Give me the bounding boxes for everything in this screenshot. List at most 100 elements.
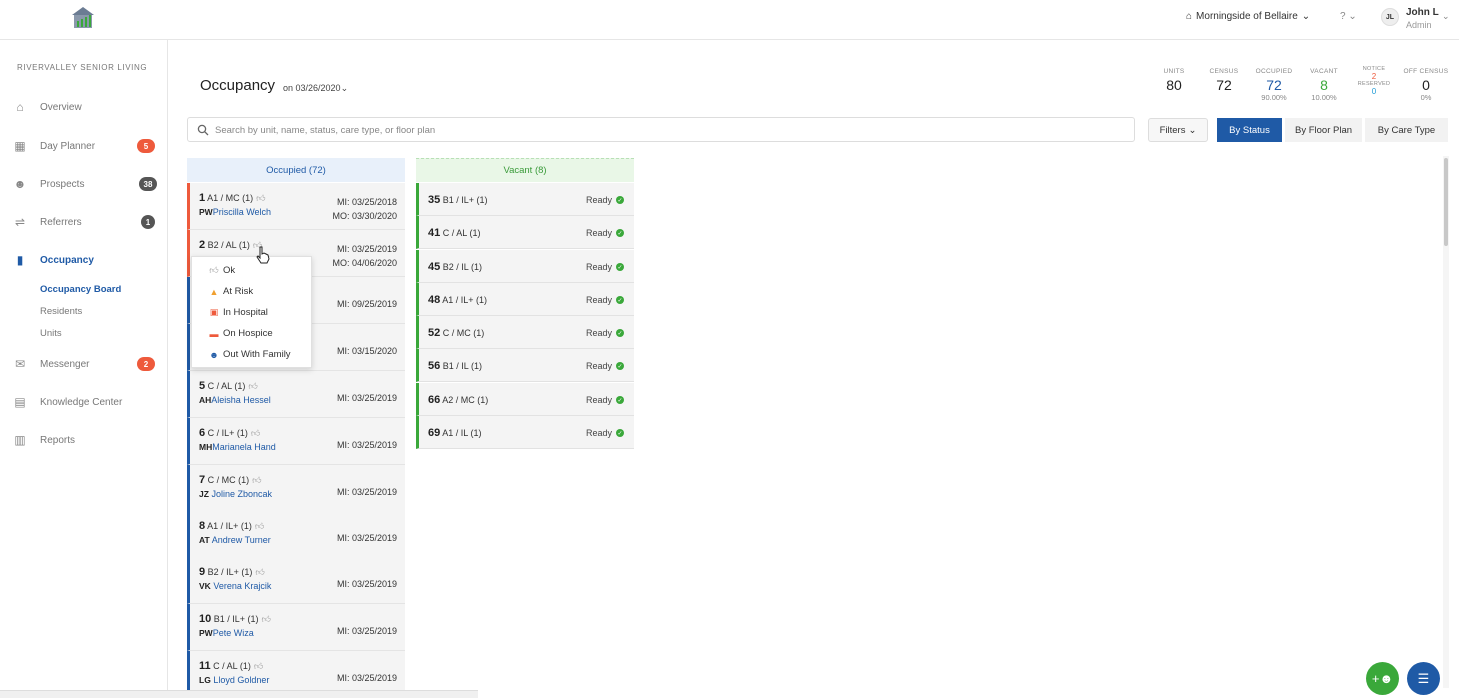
unit-type: B2 / IL (1) <box>442 262 482 272</box>
move-in-date: MI: 03/25/2019 <box>336 626 397 636</box>
unit-card[interactable]: 7 C / MC (1) 👍︎ JZ Joline Zboncak MI: 03/… <box>187 465 405 512</box>
move-in-date: MI: 03/15/2020 <box>336 346 397 356</box>
unit-status: Ready ✓ <box>586 228 624 238</box>
sidebar-item-messenger[interactable]: ✉ Messenger 2 <box>0 354 168 374</box>
resident[interactable]: PWPriscilla Welch <box>199 207 271 217</box>
move-dates: MI: 03/15/2020 <box>337 344 397 358</box>
unit-card[interactable]: 11 C / AL (1) 👍︎ LG Lloyd Goldner MI: 03/… <box>187 651 405 691</box>
thumbs-up-icon[interactable]: 👍︎ <box>256 193 265 203</box>
unit-card[interactable]: 8 A1 / IL+ (1) 👍︎ AT Andrew Turner MI: 03… <box>187 511 405 558</box>
sidebar-item-referrers[interactable]: ⇌ Referrers 1 <box>0 212 168 232</box>
dropdown-item-at-risk[interactable]: ▲ At Risk <box>208 286 254 297</box>
unit-card[interactable]: 5 C / AL (1) 👍︎ AHAleisha Hessel MI: 03/2… <box>187 371 405 418</box>
resident[interactable]: MHMarianela Hand <box>199 442 276 452</box>
count-badge: 2 <box>137 357 155 371</box>
resident-initials: AT <box>199 535 210 545</box>
resident[interactable]: LG Lloyd Goldner <box>199 675 269 685</box>
unit-type: B2 / AL (1) <box>207 240 250 250</box>
dropdown-item-on-hospice[interactable]: ▬ On Hospice <box>208 328 273 339</box>
dropdown-item-out-with-family[interactable]: ☻ Out With Family <box>208 349 290 360</box>
unit-type: A1 / MC (1) <box>207 193 254 203</box>
unit-card[interactable]: 9 B2 / IL+ (1) 👍︎ VK Verena Krajcik MI: 0… <box>187 557 405 604</box>
avatar[interactable]: JL <box>1381 8 1399 26</box>
tab-by-care-type[interactable]: By Care Type <box>1365 118 1448 142</box>
status-label: Ready <box>585 361 612 371</box>
sidebar-item-prospects[interactable]: ☻ Prospects 38 <box>0 174 168 194</box>
dropdown-item-in-hospital[interactable]: ▣ In Hospital <box>208 307 268 318</box>
sidebar-subitem-occupancy-board[interactable]: Occupancy Board <box>40 284 121 295</box>
vacant-unit-card[interactable]: 45 B2 / IL (1) Ready ✓ <box>416 250 634 283</box>
thumbs-up-icon[interactable]: 👍︎ <box>262 614 271 624</box>
search-icon <box>197 124 209 136</box>
thumbs-up-icon[interactable]: 👍︎ <box>254 661 263 671</box>
vacant-unit-card[interactable]: 48 A1 / IL+ (1) Ready ✓ <box>416 283 634 316</box>
resident-name[interactable]: Marianela Hand <box>212 442 276 452</box>
thumbs-up-icon[interactable]: 👍︎ <box>255 521 264 531</box>
resident-name[interactable]: Aleisha Hessel <box>211 395 271 405</box>
unit-number: 52 <box>428 327 441 339</box>
move-in-date: MI: 03/25/2019 <box>336 673 397 683</box>
date-selector[interactable]: on 03/26/2020⌄ <box>283 83 348 94</box>
vacant-unit-card[interactable]: 41 C / AL (1) Ready ✓ <box>416 216 634 249</box>
add-user-icon: +☻ <box>1371 671 1394 686</box>
unit-status: Ready ✓ <box>586 295 624 305</box>
thumbs-up-icon[interactable]: 👍︎ <box>248 381 257 391</box>
sidebar-item-label: Occupancy <box>40 254 94 266</box>
sidebar-subitem-residents[interactable]: Residents <box>40 306 82 317</box>
unit-label: 6 C / IL+ (1) 👍︎ <box>199 427 260 439</box>
thumbs-up-icon[interactable]: 👍︎ <box>252 475 261 485</box>
sidebar-item-overview[interactable]: ⌂ Overview <box>0 97 168 117</box>
unit-number: 35 <box>428 194 441 206</box>
unit-number: 8 <box>199 520 206 532</box>
unit-card[interactable]: 6 C / IL+ (1) 👍︎ MHMarianela Hand MI: 03/… <box>187 418 405 465</box>
vacant-unit-card[interactable]: 66 A2 / MC (1) Ready ✓ <box>416 383 634 416</box>
resident[interactable]: VK Verena Krajcik <box>199 581 271 591</box>
unit-label: 45 B2 / IL (1) <box>428 261 482 273</box>
tab-by-status[interactable]: By Status <box>1217 118 1282 142</box>
sidebar-subitem-units[interactable]: Units <box>40 328 62 339</box>
stat-units: UNITS 80 <box>1160 68 1188 93</box>
check-circle-icon: ✓ <box>616 296 624 304</box>
sidebar-item-reports[interactable]: ▥ Reports <box>0 430 168 450</box>
page-title: Occupancy <box>200 77 276 94</box>
resident[interactable]: JZ Joline Zboncak <box>199 489 272 499</box>
search-input[interactable]: Search by unit, name, status, care type,… <box>187 117 1135 142</box>
sidebar-item-day-planner[interactable]: ▦ Day Planner 5 <box>0 136 168 156</box>
resident[interactable]: PWPete Wiza <box>199 628 254 638</box>
unit-number: 11 <box>199 660 211 672</box>
add-user-button[interactable]: +☻ <box>1366 662 1399 695</box>
help-menu[interactable]: ? ⌄ <box>1340 11 1357 22</box>
thumbs-up-icon[interactable]: 👍︎ <box>255 567 264 577</box>
resident-name[interactable]: Priscilla Welch <box>213 207 271 217</box>
tab-by-floor-plan[interactable]: By Floor Plan <box>1285 118 1362 142</box>
dropdown-item-ok[interactable]: 👍︎ Ok <box>208 265 235 276</box>
chevron-down-icon[interactable]: ⌄ <box>1442 11 1450 22</box>
resident-name[interactable]: Andrew Turner <box>212 535 271 545</box>
stat-vacant: VACANT 8 10.00% <box>1304 68 1344 102</box>
family-icon: ☻ <box>209 349 219 360</box>
resident-name[interactable]: Verena Krajcik <box>213 581 271 591</box>
filters-button[interactable]: Filters ⌄ <box>1148 118 1208 142</box>
vacant-unit-card[interactable]: 69 A1 / IL (1) Ready ✓ <box>416 416 634 449</box>
sidebar-item-occupancy[interactable]: ▮ Occupancy <box>0 250 168 270</box>
vacant-unit-card[interactable]: 56 B1 / IL (1) Ready ✓ <box>416 349 634 382</box>
resident-name[interactable]: Lloyd Goldner <box>213 675 269 685</box>
unit-card[interactable]: 10 B1 / IL+ (1) 👍︎ PWPete Wiza MI: 03/25/… <box>187 604 405 651</box>
user-name[interactable]: John L <box>1406 7 1439 18</box>
thumbs-up-icon[interactable]: 👍︎ <box>251 428 260 438</box>
sidebar-item-knowledge-center[interactable]: ▤ Knowledge Center <box>0 392 168 412</box>
community-selector[interactable]: ⌂ Morningside of Bellaire ⌄ <box>1186 11 1310 22</box>
resident-name[interactable]: Joline Zboncak <box>211 489 272 499</box>
resident[interactable]: AHAleisha Hessel <box>199 395 271 405</box>
unit-card[interactable]: 1 A1 / MC (1) 👍︎ PWPriscilla Welch MI: 03… <box>187 183 405 230</box>
resident-name[interactable]: Pete Wiza <box>213 628 254 638</box>
unit-type: C / MC (1) <box>207 475 250 485</box>
hand-cursor-icon <box>256 246 270 264</box>
logo-icon[interactable] <box>70 5 96 31</box>
vacant-unit-card[interactable]: 52 C / MC (1) Ready ✓ <box>416 316 634 349</box>
scrollbar-thumb[interactable] <box>1444 158 1448 246</box>
sidebar-item-label: Reports <box>40 434 76 446</box>
resident[interactable]: AT Andrew Turner <box>199 535 271 545</box>
tasks-button[interactable]: ☰ <box>1407 662 1440 695</box>
vacant-unit-card[interactable]: 35 B1 / IL+ (1) Ready ✓ <box>416 183 634 216</box>
